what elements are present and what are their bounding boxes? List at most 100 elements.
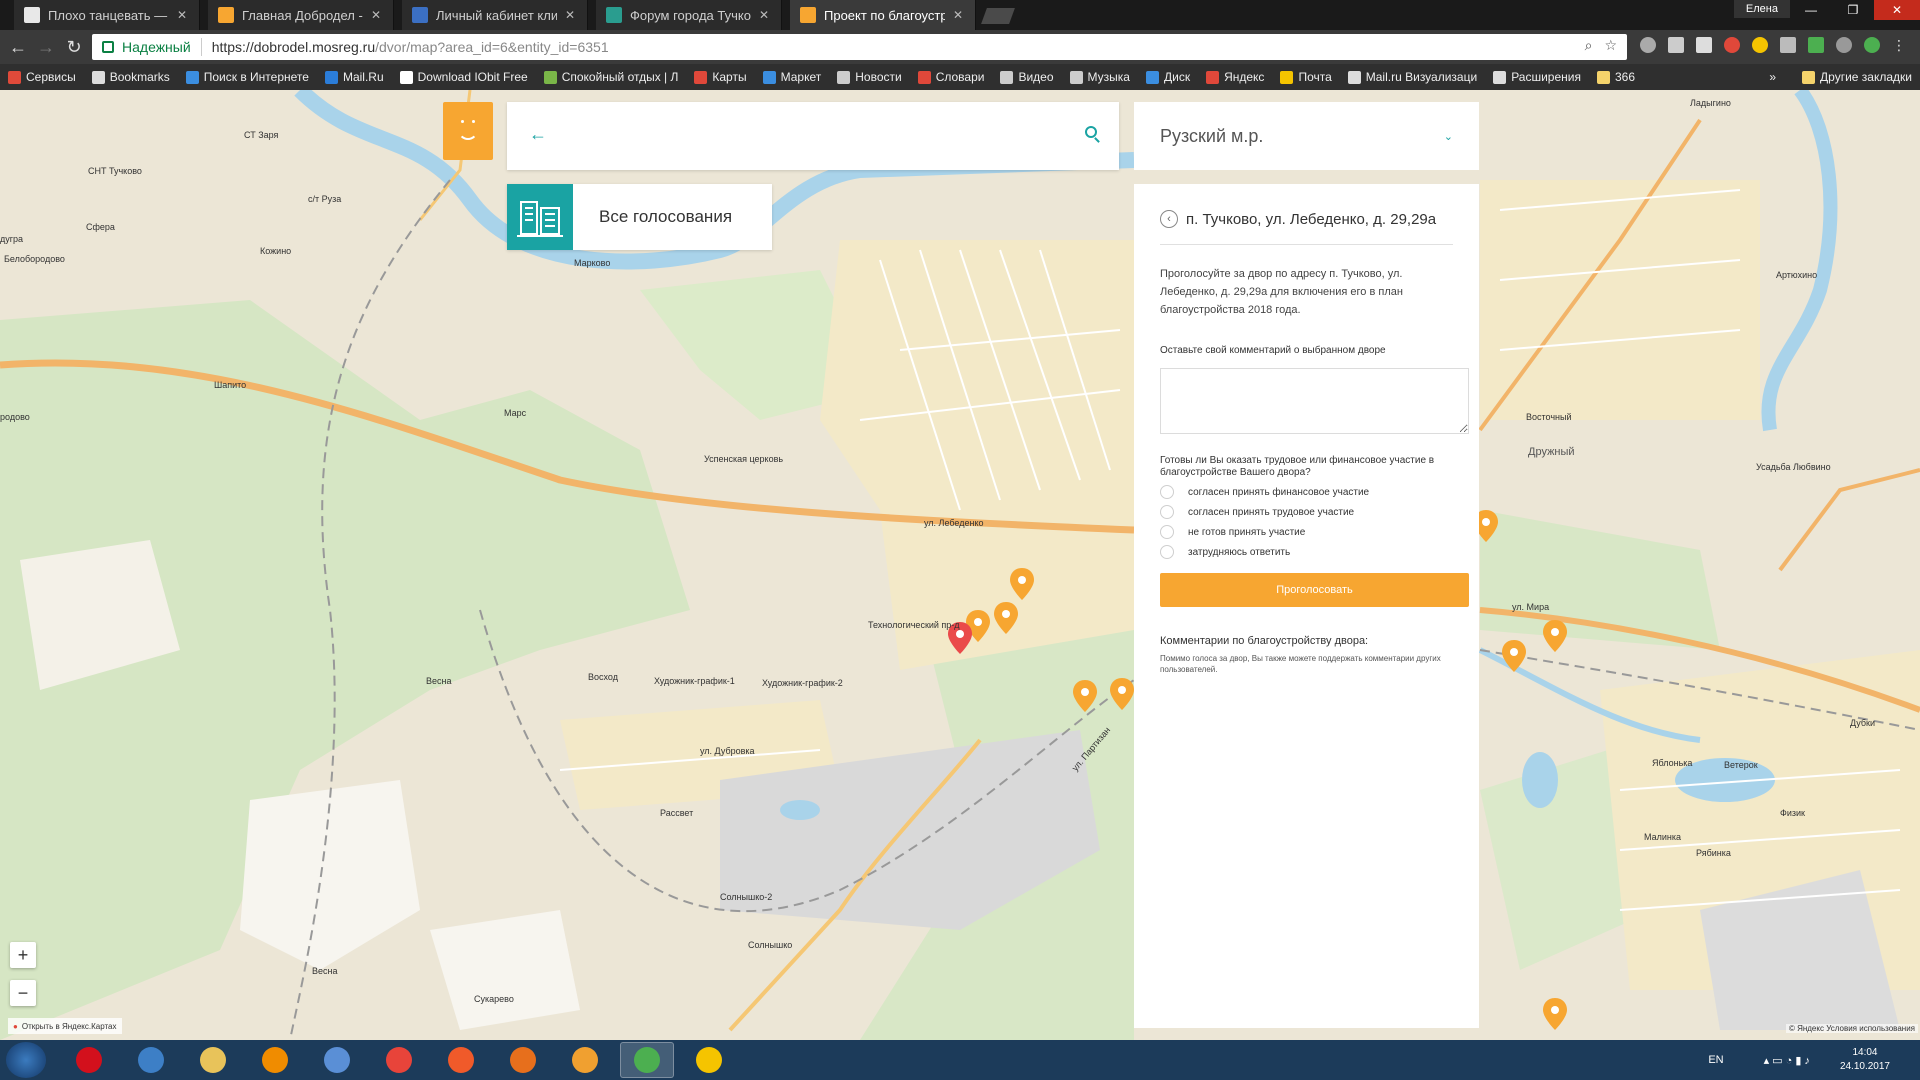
option-labor[interactable]: согласен принять трудовое участие (1160, 505, 1453, 519)
map-label: СТ Заря (244, 130, 279, 140)
game-taskbar-button[interactable] (682, 1042, 736, 1078)
map-copyright[interactable]: © Яндекс Условия использования (1785, 1024, 1918, 1033)
radio-button[interactable] (1160, 525, 1174, 539)
audio-taskbar-button[interactable] (310, 1042, 364, 1078)
map-label: Усадьба Любвино (1756, 462, 1831, 472)
language-indicator[interactable]: EN (1708, 1054, 1723, 1066)
tray-icons[interactable]: ▴ ▭ ◔ ▮ ♪ (1764, 1054, 1810, 1067)
district-select[interactable]: Рузский м.р. ⌄ (1134, 102, 1479, 170)
other-bookmarks-label: Другие закладки (1820, 70, 1912, 84)
reload-icon[interactable]: ↻ (60, 33, 88, 61)
extension-icon[interactable] (1668, 37, 1684, 53)
option-financial[interactable]: согласен принять финансовое участие (1160, 485, 1453, 499)
maximize-icon[interactable]: ❐ (1832, 0, 1874, 20)
media-player-taskbar-button[interactable] (558, 1042, 612, 1078)
browser-tab[interactable]: Форум города Тучково ✕ (596, 0, 782, 30)
back-circle-icon[interactable]: ‹ (1160, 210, 1178, 228)
comment-input[interactable] (1160, 368, 1469, 434)
radio-button[interactable] (1160, 485, 1174, 499)
open-in-yandex-link[interactable]: ● Открыть в Яндекс.Картах (8, 1018, 122, 1034)
tab-close-icon[interactable]: ✕ (953, 8, 963, 22)
mail-taskbar-button[interactable] (124, 1042, 178, 1078)
option-undecided[interactable]: затрудняюсь ответить (1160, 545, 1453, 559)
bookmark-label: Сервисы (26, 70, 76, 84)
zoom-search-icon[interactable]: ⌕ (1585, 37, 1593, 54)
vote-button[interactable]: Проголосовать (1160, 573, 1469, 607)
tab-close-icon[interactable]: ✕ (177, 8, 187, 22)
clock[interactable]: 14:04 24.10.2017 (1840, 1046, 1890, 1074)
bookmark-star-icon[interactable]: ☆ (1604, 37, 1617, 54)
option-label: не готов принять участие (1188, 526, 1306, 538)
extension-icon[interactable] (1696, 37, 1712, 53)
zoom-in-button[interactable]: + (10, 942, 36, 968)
mail-agent-taskbar-button[interactable] (248, 1042, 302, 1078)
yandex-taskbar-button[interactable] (372, 1042, 426, 1078)
bookmark-item[interactable]: Маркет (755, 64, 830, 90)
bookmark-item[interactable]: 366 (1589, 64, 1643, 90)
bookmarks-more-button[interactable]: » (1761, 64, 1784, 90)
browser-tab-active[interactable]: Проект по благоустрой ✕ (790, 0, 976, 30)
bookmark-item[interactable]: Видео (992, 64, 1061, 90)
other-bookmarks[interactable]: Другие закладки (1794, 64, 1920, 90)
search-icon[interactable] (1085, 126, 1097, 138)
bookmark-item[interactable]: Mail.Ru (317, 64, 392, 90)
bookmark-item[interactable]: Bookmarks (84, 64, 178, 90)
ok-app-taskbar-button[interactable] (434, 1042, 488, 1078)
minimize-icon[interactable]: — (1790, 0, 1832, 20)
extension-icon[interactable] (1864, 37, 1880, 53)
bookmark-label: Яндекс (1224, 70, 1265, 84)
extension-icon[interactable] (1836, 37, 1852, 53)
address-bar[interactable]: Надежный https://dobrodel.mosreg.ru/dvor… (92, 34, 1627, 60)
bookmark-item[interactable]: Сервисы (0, 64, 84, 90)
bookmark-item[interactable]: Спокойный отдых | Л (536, 64, 687, 90)
browser-tab[interactable]: Главная Добродел - оф ✕ (208, 0, 394, 30)
chrome-icon (634, 1047, 660, 1073)
tab-close-icon[interactable]: ✕ (565, 8, 575, 22)
back-arrow-icon[interactable]: ← (529, 124, 547, 145)
mail-agent-icon (262, 1047, 288, 1073)
yandex-icon (386, 1047, 412, 1073)
forward-icon[interactable]: → (32, 33, 60, 61)
extension-icon[interactable] (1780, 37, 1796, 53)
map-label: Ветерок (1724, 760, 1758, 770)
bookmark-item[interactable]: Словари (910, 64, 993, 90)
start-button[interactable] (6, 1042, 46, 1078)
bookmark-item[interactable]: Расширения (1485, 64, 1589, 90)
bookmark-item[interactable]: Mail.ru Визуализаци (1340, 64, 1485, 90)
bookmark-item[interactable]: Диск (1138, 64, 1198, 90)
tab-close-icon[interactable]: ✕ (759, 8, 769, 22)
bookmark-item[interactable]: Download IObit Free (392, 64, 536, 90)
browser-tab[interactable]: Личный кабинет клиен ✕ (402, 0, 588, 30)
bookmark-item[interactable]: Яндекс (1198, 64, 1272, 90)
tab-label: Проект по благоустрой (824, 7, 945, 23)
bookmark-item[interactable]: Карты (686, 64, 754, 90)
profile-button[interactable]: Елена (1733, 0, 1790, 18)
tab-close-icon[interactable]: ✕ (371, 8, 381, 22)
yandex-extension-icon[interactable] (1724, 37, 1740, 53)
browser-tab[interactable]: Плохо танцевать — ✕ (14, 0, 200, 30)
new-tab-button[interactable] (981, 8, 1015, 24)
option-not-ready[interactable]: не готов принять участие (1160, 525, 1453, 539)
zoom-out-button[interactable]: − (10, 980, 36, 1006)
bookmark-item[interactable]: Почта (1272, 64, 1339, 90)
firefox-taskbar-button[interactable] (496, 1042, 550, 1078)
map-pin-icon: ● (13, 1021, 18, 1031)
map-label: Шапито (214, 380, 247, 390)
opera-taskbar-button[interactable] (62, 1042, 116, 1078)
bookmark-item[interactable]: Новости (829, 64, 909, 90)
extension-icon[interactable] (1752, 37, 1768, 53)
all-votes-link[interactable]: Все голосования (507, 184, 772, 250)
radio-button[interactable] (1160, 545, 1174, 559)
radio-button[interactable] (1160, 505, 1174, 519)
bookmark-item[interactable]: Поиск в Интернете (178, 64, 317, 90)
map-area[interactable]: СТ Заря СНТ Тучково с/т Руза Сфера Кожин… (0, 90, 1920, 1040)
explorer-taskbar-button[interactable] (186, 1042, 240, 1078)
close-window-icon[interactable]: ✕ (1874, 0, 1920, 20)
extension-icon[interactable] (1808, 37, 1824, 53)
menu-icon[interactable]: ⋮ (1892, 37, 1906, 53)
chrome-taskbar-button[interactable] (620, 1042, 674, 1078)
bookmark-item[interactable]: Музыка (1062, 64, 1138, 90)
extension-icon[interactable] (1640, 37, 1656, 53)
bookmark-icon (694, 70, 708, 84)
back-icon[interactable]: ← (4, 33, 32, 61)
